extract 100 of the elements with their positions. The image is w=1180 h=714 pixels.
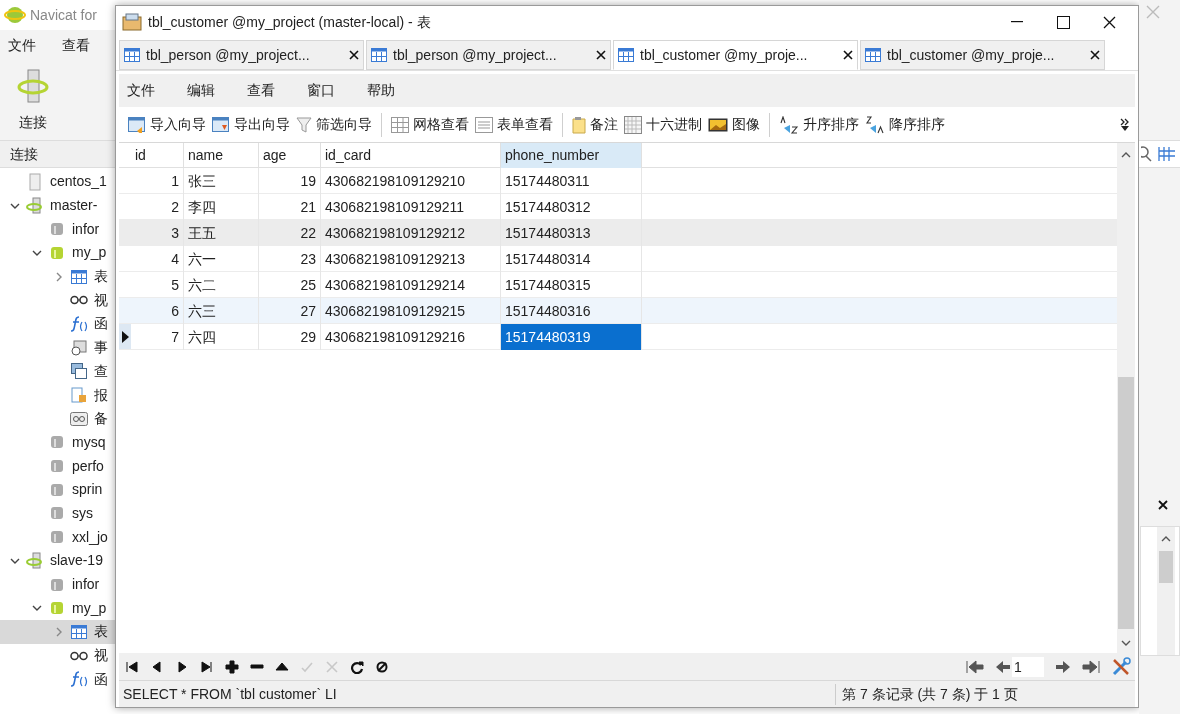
tree-item[interactable]: xxl_jo	[72, 526, 108, 548]
column-header[interactable]: phone_number	[501, 143, 642, 168]
first-page-icon[interactable]	[966, 659, 984, 674]
table-cell[interactable]: 430682198109129214	[325, 274, 466, 296]
last-page-icon[interactable]	[1082, 659, 1100, 674]
menu-item[interactable]: 查看	[247, 80, 275, 101]
tree-item[interactable]: infor	[72, 574, 100, 596]
menu-item[interactable]: 编辑	[187, 80, 215, 101]
table-cell[interactable]: 15174480316	[505, 300, 591, 322]
scrollbar-thumb[interactable]	[1118, 377, 1134, 629]
close-icon[interactable]	[349, 50, 359, 60]
table-cell[interactable]: 22	[300, 222, 316, 244]
table-cell[interactable]: 430682198109129216	[325, 326, 466, 348]
menu-item[interactable]: 查看	[62, 34, 90, 56]
table-cell[interactable]: 3	[171, 222, 179, 244]
tree-item[interactable]: sys	[72, 502, 93, 524]
toolbar-button[interactable]: 网格查看	[388, 110, 472, 139]
close-icon[interactable]	[1157, 499, 1169, 511]
tree-item[interactable]: 函	[94, 668, 108, 690]
table-cell[interactable]: 王五	[188, 222, 216, 244]
grid-icon[interactable]	[1158, 146, 1176, 162]
column-header[interactable]: name	[184, 143, 259, 168]
table-cell[interactable]: 23	[300, 248, 316, 270]
menu-item[interactable]: 文件	[127, 80, 155, 101]
table-cell[interactable]: 张三	[188, 170, 216, 192]
scroll-down-icon[interactable]	[1121, 639, 1131, 647]
scroll-up-icon[interactable]	[1121, 151, 1131, 159]
table-cell[interactable]: 27	[300, 300, 316, 322]
table-cell[interactable]: 15174480313	[505, 222, 591, 244]
table-cell[interactable]: 430682198109129213	[325, 248, 466, 270]
tree-item[interactable]: 查	[94, 360, 108, 382]
previous-icon[interactable]	[150, 659, 164, 674]
toolbar-button[interactable]: 图像	[705, 110, 763, 139]
close-icon[interactable]	[843, 50, 853, 60]
next-page-icon[interactable]	[1055, 659, 1071, 674]
table-cell[interactable]: 1	[171, 170, 179, 192]
tab[interactable]: tbl_customer @my_proje...	[860, 40, 1105, 70]
tree-item[interactable]: mysq	[72, 431, 106, 453]
table-cell[interactable]: 六四	[188, 326, 216, 348]
last-record-icon[interactable]	[200, 659, 214, 674]
table-cell[interactable]: 4	[171, 248, 179, 270]
table-cell[interactable]: 19	[300, 170, 316, 192]
toolbar-button[interactable]: 降序排序	[862, 110, 948, 139]
search-icon[interactable]	[1141, 146, 1153, 162]
table-cell[interactable]: 430682198109129210	[325, 170, 466, 192]
close-icon[interactable]	[1090, 50, 1100, 60]
stop-icon[interactable]	[375, 659, 389, 674]
tab[interactable]: tbl_person @my_project...	[119, 40, 364, 70]
tree-item[interactable]: centos_1	[50, 171, 107, 193]
table-cell[interactable]: 6	[171, 300, 179, 322]
table-cell[interactable]: 5	[171, 274, 179, 296]
tab[interactable]: tbl_person @my_project...	[366, 40, 611, 70]
table-cell[interactable]: 430682198109129211	[325, 196, 465, 218]
menu-item[interactable]: 帮助	[367, 80, 395, 101]
table-cell[interactable]: 15174480312	[505, 196, 591, 218]
table-cell[interactable]: 25	[300, 274, 316, 296]
table-cell[interactable]: 六一	[188, 248, 216, 270]
tree-item[interactable]: my_p	[72, 242, 107, 264]
tree-item[interactable]: perfo	[72, 455, 104, 477]
toolbar-button[interactable]: 十六进制	[621, 110, 705, 139]
more-icon[interactable]	[1120, 118, 1129, 126]
close-icon[interactable]	[596, 50, 606, 60]
tree-item[interactable]: slave-19	[50, 550, 103, 572]
tree-item[interactable]: 报	[94, 384, 108, 406]
toolbar-button[interactable]: 筛选向导	[293, 110, 375, 139]
first-record-icon[interactable]	[125, 659, 139, 674]
toolbar-button[interactable]: 导入向导	[125, 110, 209, 139]
toolbar-button[interactable]: 表单查看	[472, 110, 556, 139]
table-cell[interactable]: 21	[300, 196, 316, 218]
table-cell[interactable]: 430682198109129212	[325, 222, 466, 244]
tree-item[interactable]: 表	[94, 266, 108, 288]
page-number-field[interactable]: 1	[1012, 656, 1044, 677]
tree-item[interactable]: 表	[94, 621, 108, 643]
table-cell[interactable]: 7	[171, 326, 179, 348]
tree-item[interactable]: 备	[94, 408, 108, 430]
menu-item[interactable]: 文件	[8, 34, 36, 56]
table-cell[interactable]: 430682198109129215	[325, 300, 466, 322]
tree-item-highlight[interactable]: 表	[0, 620, 115, 644]
table-cell[interactable]: 六三	[188, 300, 216, 322]
tree-item[interactable]: sprin	[72, 479, 103, 501]
tree-item[interactable]: my_p	[72, 597, 107, 619]
menu-item[interactable]: 窗口	[307, 80, 335, 101]
tree-item[interactable]: 函	[94, 313, 108, 335]
column-header[interactable]: age	[259, 143, 321, 168]
tree-item[interactable]: 事	[94, 337, 108, 359]
table-cell[interactable]: 15174480314	[505, 248, 591, 270]
tree-item[interactable]: 视	[94, 289, 108, 311]
toolbar-button[interactable]: 导出向导	[209, 110, 293, 139]
tree-item[interactable]: 视	[94, 645, 108, 667]
dropdown-icon[interactable]	[1120, 126, 1129, 131]
tools-icon[interactable]	[1111, 656, 1131, 677]
table-cell[interactable]: 2	[171, 196, 179, 218]
next-icon[interactable]	[175, 659, 189, 674]
tab[interactable]: tbl_customer @my_proje...	[613, 40, 858, 70]
table-cell[interactable]: 15174480311	[505, 170, 590, 192]
tree-item[interactable]: master-	[50, 195, 98, 217]
table-cell[interactable]: 六二	[188, 274, 216, 296]
table-cell[interactable]: 29	[300, 326, 316, 348]
scroll-up-icon[interactable]	[1161, 535, 1171, 543]
previous-page-icon[interactable]	[995, 659, 1011, 674]
